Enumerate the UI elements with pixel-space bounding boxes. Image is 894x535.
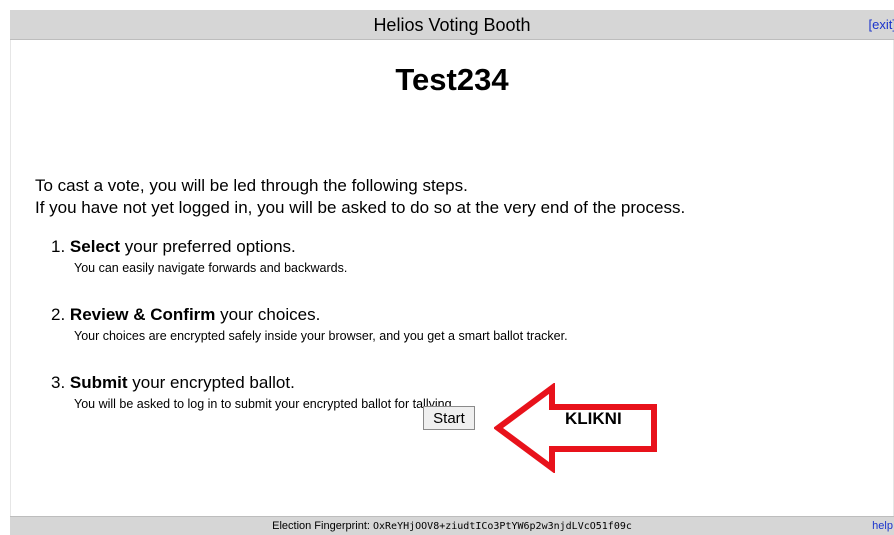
step-number: 2. xyxy=(51,305,66,324)
step-detail: Your choices are encrypted safely inside… xyxy=(74,329,568,343)
booth-content: Test234 To cast a vote, you will be led … xyxy=(10,40,894,517)
step-bold: Review & Confirm xyxy=(69,305,216,324)
step-rest: your choices. xyxy=(215,305,321,324)
fingerprint-label: Election Fingerprint: xyxy=(272,520,370,532)
intro-line-2: If you have not yet logged in, you will … xyxy=(35,198,686,217)
annotation-label: KLIKNI xyxy=(565,409,622,428)
help-link[interactable]: help! xyxy=(872,520,894,532)
step-submit: 3. Submit your encrypted ballot. You wil… xyxy=(51,372,568,412)
step-bold: Select xyxy=(69,237,121,256)
step-main: 2. Review & Confirm your choices. xyxy=(51,304,568,326)
step-bold: Submit xyxy=(69,373,128,392)
step-rest: your encrypted ballot. xyxy=(127,373,295,392)
step-main: 3. Submit your encrypted ballot. xyxy=(51,372,568,394)
step-rest: your preferred options. xyxy=(120,237,296,256)
fingerprint-value: OxReYHjOOV8+ziudtICo3PtYW6p2w3njdLVcO51f… xyxy=(373,521,632,532)
step-detail: You will be asked to log in to submit yo… xyxy=(74,397,455,411)
booth-header: Helios Voting Booth [exit] xyxy=(10,10,894,40)
intro-text: To cast a vote, you will be led through … xyxy=(35,175,685,219)
steps-list: 1. Select your preferred options. You ca… xyxy=(51,236,568,412)
election-fingerprint: Election Fingerprint: OxReYHjOOV8+ziudtI… xyxy=(10,520,894,532)
step-number: 1. xyxy=(51,237,66,256)
step-detail: You can easily navigate forwards and bac… xyxy=(74,261,348,275)
booth-title: Helios Voting Booth xyxy=(373,15,531,35)
step-review: 2. Review & Confirm your choices. Your c… xyxy=(51,304,568,344)
booth-footer: Election Fingerprint: OxReYHjOOV8+ziudtI… xyxy=(10,516,894,535)
intro-line-1: To cast a vote, you will be led through … xyxy=(35,176,468,195)
exit-link[interactable]: [exit] xyxy=(869,17,894,32)
step-number: 3. xyxy=(51,373,66,392)
step-select: 1. Select your preferred options. You ca… xyxy=(51,236,568,276)
start-button[interactable]: Start xyxy=(423,406,475,430)
step-main: 1. Select your preferred options. xyxy=(51,236,568,258)
election-name: Test234 xyxy=(395,62,509,97)
